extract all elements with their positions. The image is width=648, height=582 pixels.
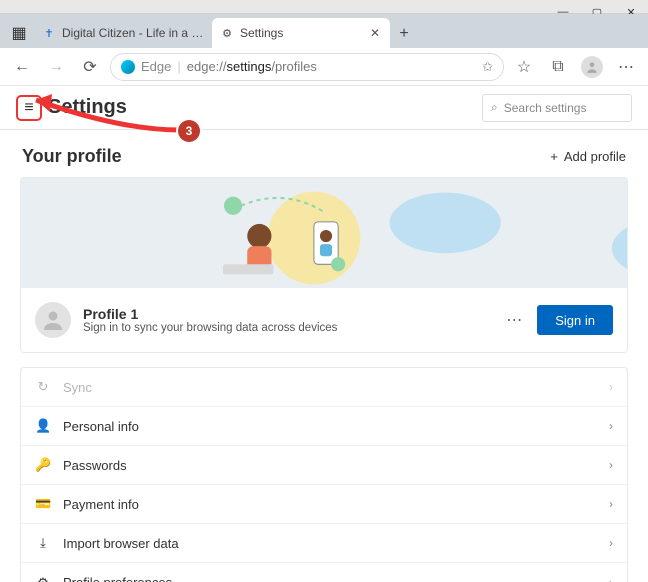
- row-import-browser-data[interactable]: ⤓ Import browser data ›: [21, 524, 627, 563]
- toolbar: ← → ⟳ Edge | edge://settings/profiles ✩ …: [0, 48, 648, 86]
- edge-label: Edge: [141, 59, 171, 74]
- add-profile-label: Add profile: [564, 149, 626, 164]
- row-label: Payment info: [63, 497, 597, 512]
- row-label: Import browser data: [63, 536, 597, 551]
- chevron-right-icon: ›: [609, 576, 613, 582]
- hero-illustration: [21, 178, 627, 288]
- card-icon: 💳: [35, 496, 51, 512]
- person-icon: 👤: [35, 418, 51, 434]
- tab-actions-button[interactable]: ▦: [4, 18, 34, 48]
- chevron-right-icon: ›: [609, 458, 613, 472]
- row-passwords[interactable]: 🔑 Passwords ›: [21, 446, 627, 485]
- settings-menu-button[interactable]: ≡: [16, 95, 42, 121]
- edge-logo-icon: [121, 60, 135, 74]
- sign-in-button[interactable]: Sign in: [537, 305, 613, 335]
- tab-close-icon[interactable]: ✕: [368, 26, 382, 40]
- row-label: Personal info: [63, 419, 597, 434]
- refresh-button[interactable]: ⟳: [76, 53, 104, 81]
- add-profile-button[interactable]: + Add profile: [550, 149, 626, 164]
- back-button[interactable]: ←: [8, 53, 36, 81]
- tab-digital-citizen[interactable]: ✝ Digital Citizen - Life in a digital w: [34, 18, 212, 48]
- search-placeholder: Search settings: [504, 101, 587, 115]
- tab-title: Digital Citizen - Life in a digital w: [62, 26, 204, 40]
- favicon-cross-icon: ✝: [42, 26, 56, 40]
- forward-button: →: [42, 53, 70, 81]
- profile-more-button[interactable]: ⋯: [506, 310, 523, 330]
- row-profile-preferences[interactable]: ⚙ Profile preferences ›: [21, 563, 627, 582]
- import-icon: ⤓: [35, 535, 51, 551]
- profile-name: Profile 1: [83, 306, 337, 322]
- row-personal-info[interactable]: 👤 Personal info ›: [21, 407, 627, 446]
- sync-icon: ↻: [35, 379, 51, 395]
- row-label: Sync: [63, 380, 597, 395]
- search-settings-input[interactable]: ⌕ Search settings: [482, 94, 632, 122]
- chevron-right-icon: ›: [609, 380, 613, 394]
- tab-actions-icon: ▦: [11, 23, 26, 43]
- address-bar[interactable]: Edge | edge://settings/profiles ✩: [110, 53, 504, 81]
- profile-avatar: [35, 302, 71, 338]
- tab-title: Settings: [240, 26, 362, 40]
- favicon-gear-icon: ⚙: [220, 26, 234, 40]
- row-label: Passwords: [63, 458, 597, 473]
- row-sync: ↻ Sync ›: [21, 368, 627, 407]
- profile-avatar-button[interactable]: [578, 53, 606, 81]
- row-label: Profile preferences: [63, 575, 597, 582]
- address-text: edge://settings/profiles: [187, 59, 476, 74]
- profile-text: Profile 1 Sign in to sync your browsing …: [83, 306, 337, 334]
- read-aloud-icon[interactable]: ✩: [482, 59, 493, 75]
- profile-hint: Sign in to sync your browsing data acros…: [83, 322, 337, 334]
- new-tab-button[interactable]: +: [390, 20, 418, 48]
- chevron-right-icon: ›: [609, 497, 613, 511]
- page-header: ≡ Settings ⌕ Search settings: [0, 86, 648, 130]
- row-payment-info[interactable]: 💳 Payment info ›: [21, 485, 627, 524]
- section-title: Your profile: [22, 146, 122, 167]
- page-title: Settings: [48, 96, 127, 119]
- search-icon: ⌕: [491, 100, 498, 115]
- gear-icon: ⚙: [35, 575, 51, 582]
- tab-strip: ▦ ✝ Digital Citizen - Life in a digital …: [0, 14, 648, 48]
- app-menu-button[interactable]: ⋯: [612, 53, 640, 81]
- profile-options-list: ↻ Sync › 👤 Personal info › 🔑 Passwords ›…: [20, 367, 628, 582]
- favorites-button[interactable]: ☆: [510, 53, 538, 81]
- profile-hero: Profile 1 Sign in to sync your browsing …: [20, 177, 628, 353]
- chevron-right-icon: ›: [609, 419, 613, 433]
- plus-icon: +: [550, 149, 558, 164]
- chevron-right-icon: ›: [609, 536, 613, 550]
- key-icon: 🔑: [35, 457, 51, 473]
- tab-settings[interactable]: ⚙ Settings ✕: [212, 18, 390, 48]
- collections-button[interactable]: ⧉: [544, 53, 572, 81]
- hamburger-icon: ≡: [24, 99, 33, 117]
- avatar-icon: [581, 56, 603, 78]
- content-area: Your profile + Add profile: [0, 130, 648, 582]
